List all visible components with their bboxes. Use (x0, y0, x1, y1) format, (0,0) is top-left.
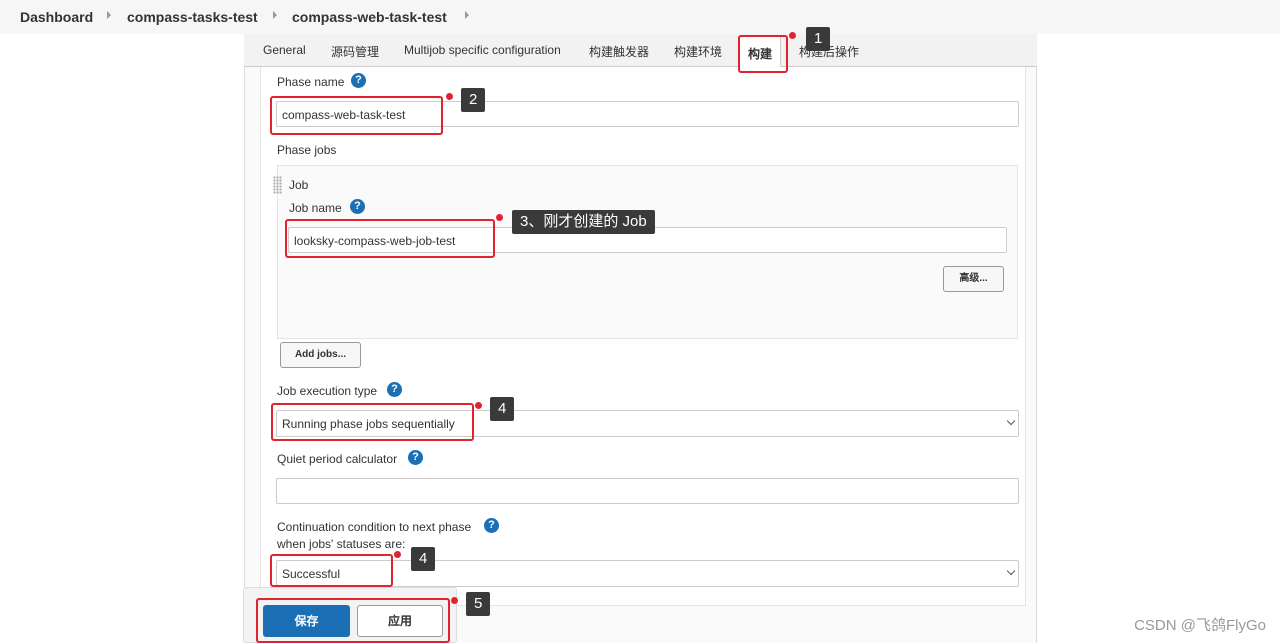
config-tab-bar: General 源码管理 Multijob specific configura… (244, 34, 1037, 67)
help-icon[interactable]: ? (408, 450, 423, 465)
tab-multijob-config[interactable]: Multijob specific configuration (404, 43, 561, 57)
tab-build-environment[interactable]: 构建环境 (674, 43, 722, 60)
drag-handle-icon[interactable] (273, 176, 282, 194)
breadcrumb-job[interactable]: compass-web-task-test (292, 9, 447, 25)
annotation-dot (475, 402, 482, 409)
callout-4b: 4 (411, 547, 436, 571)
callout-2: 2 (461, 88, 486, 112)
highlight-box (270, 96, 443, 135)
help-icon[interactable]: ? (484, 518, 499, 533)
highlight-box (738, 35, 788, 73)
help-icon[interactable]: ? (387, 382, 402, 397)
breadcrumb-dashboard[interactable]: Dashboard (20, 9, 93, 25)
annotation-dot (394, 551, 401, 558)
breadcrumb-separator-icon (465, 11, 469, 19)
job-name-label: Job name (289, 201, 342, 215)
tab-general[interactable]: General (263, 43, 306, 57)
help-icon[interactable]: ? (351, 73, 366, 88)
highlight-box (271, 403, 474, 441)
breadcrumb: Dashboard compass-tasks-test compass-web… (0, 0, 1280, 34)
callout-4a: 4 (490, 397, 515, 421)
job-header: Job (289, 178, 309, 192)
advanced-button[interactable]: 高级... (943, 266, 1004, 292)
callout-1: 1 (806, 27, 831, 51)
quiet-period-input[interactable] (276, 478, 1019, 504)
callout-3: 3、刚才创建的 Job (512, 210, 655, 234)
breadcrumb-folder[interactable]: compass-tasks-test (127, 9, 258, 25)
callout-5: 5 (466, 592, 491, 616)
tab-build-triggers[interactable]: 构建触发器 (589, 43, 649, 60)
annotation-dot (446, 93, 453, 100)
watermark: CSDN @飞鸽FlyGo (1134, 617, 1266, 634)
highlight-box (256, 598, 450, 643)
continuation-sublabel: when jobs' statuses are: (277, 537, 406, 551)
phase-name-label: Phase name (277, 75, 345, 89)
annotation-dot (496, 214, 503, 221)
phase-jobs-label: Phase jobs (277, 143, 337, 157)
add-jobs-button[interactable]: Add jobs... (280, 342, 361, 368)
exec-type-label: Job execution type (277, 384, 378, 398)
quiet-period-label: Quiet period calculator (277, 452, 398, 466)
annotation-dot (451, 597, 458, 604)
annotation-dot (789, 32, 796, 39)
highlight-box (270, 554, 393, 587)
continuation-label: Continuation condition to next phase (277, 520, 472, 534)
breadcrumb-separator-icon (107, 11, 111, 19)
breadcrumb-separator-icon (273, 11, 277, 19)
help-icon[interactable]: ? (350, 199, 365, 214)
highlight-box (285, 219, 495, 258)
tab-source-control[interactable]: 源码管理 (331, 43, 379, 60)
